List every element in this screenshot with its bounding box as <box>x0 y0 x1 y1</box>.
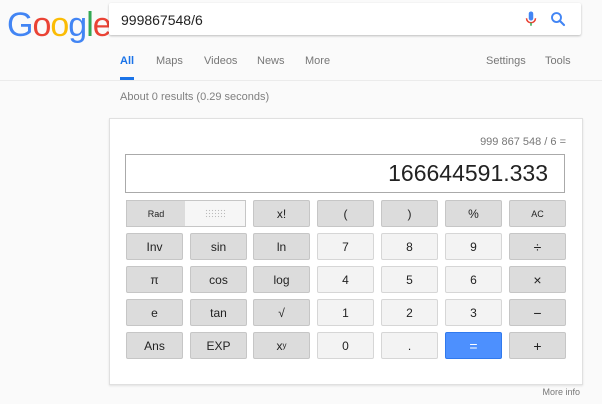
calculator-result: 166644591.333 <box>388 160 548 186</box>
plus-key[interactable]: + <box>509 332 566 359</box>
results-count: About 0 results (0.29 seconds) <box>120 91 270 103</box>
calculator-card: 999 867 548 / 6 = 166644591.333 Rad x! (… <box>109 118 583 385</box>
tan-key[interactable]: tan <box>190 299 247 326</box>
digit-8-key[interactable]: 8 <box>381 233 438 260</box>
tab-tools[interactable]: Tools <box>545 55 571 80</box>
cos-key[interactable]: cos <box>190 266 247 293</box>
search-tabs: All Maps Videos News More Settings Tools <box>0 55 602 80</box>
tab-videos[interactable]: Videos <box>204 55 237 80</box>
search-input[interactable] <box>119 8 503 32</box>
digit-0-key[interactable]: 0 <box>317 332 374 359</box>
equals-key[interactable]: = <box>445 332 502 359</box>
logo-letter: e <box>92 6 112 44</box>
digit-4-key[interactable]: 4 <box>317 266 374 293</box>
inverse-key[interactable]: Inv <box>126 233 183 260</box>
all-clear-key[interactable]: AC <box>509 200 566 227</box>
search-box <box>109 3 581 35</box>
logo-letter: g <box>68 6 87 44</box>
right-paren-key[interactable]: ) <box>381 200 438 227</box>
multiply-key[interactable]: × <box>509 266 566 293</box>
search-icon[interactable] <box>549 10 567 28</box>
digit-3-key[interactable]: 3 <box>445 299 502 326</box>
tab-news[interactable]: News <box>257 55 285 80</box>
digit-7-key[interactable]: 7 <box>317 233 374 260</box>
answer-key[interactable]: Ans <box>126 332 183 359</box>
tab-settings[interactable]: Settings <box>486 55 526 80</box>
percent-key[interactable]: % <box>445 200 502 227</box>
log-key[interactable]: log <box>253 266 310 293</box>
divide-key[interactable]: ÷ <box>509 233 566 260</box>
power-key[interactable]: xy <box>253 332 310 359</box>
logo-letter: G <box>7 6 33 44</box>
sin-key[interactable]: sin <box>190 233 247 260</box>
minus-key[interactable]: − <box>509 299 566 326</box>
more-info-link[interactable]: More info <box>542 387 580 397</box>
left-paren-key[interactable]: ( <box>317 200 374 227</box>
digit-9-key[interactable]: 9 <box>445 233 502 260</box>
deg-button[interactable] <box>185 201 245 226</box>
digit-2-key[interactable]: 2 <box>381 299 438 326</box>
tab-all[interactable]: All <box>120 55 135 80</box>
logo-letter: o <box>50 6 69 44</box>
microphone-icon[interactable] <box>522 10 540 28</box>
calculator-display: 166644591.333 <box>125 154 565 193</box>
digit-6-key[interactable]: 6 <box>445 266 502 293</box>
logo-letter: o <box>32 6 51 44</box>
tab-more[interactable]: More <box>305 55 330 80</box>
exp-key[interactable]: EXP <box>190 332 247 359</box>
decimal-key[interactable]: . <box>381 332 438 359</box>
tab-maps[interactable]: Maps <box>156 55 183 80</box>
deg-placeholder-icon <box>205 208 225 219</box>
digit-1-key[interactable]: 1 <box>317 299 374 326</box>
rad-deg-toggle[interactable]: Rad <box>126 200 246 227</box>
pi-key[interactable]: π <box>126 266 183 293</box>
power-key-exponent: y <box>282 341 287 350</box>
google-logo[interactable]: Google <box>7 5 112 45</box>
calculator-expression: 999 867 548 / 6 = <box>480 136 566 148</box>
factorial-key[interactable]: x! <box>253 200 310 227</box>
ln-key[interactable]: ln <box>253 233 310 260</box>
e-key[interactable]: e <box>126 299 183 326</box>
top-bar: Google All Maps Videos News More Setting… <box>0 0 602 81</box>
sqrt-key[interactable]: √ <box>253 299 310 326</box>
digit-5-key[interactable]: 5 <box>381 266 438 293</box>
rad-button[interactable]: Rad <box>127 201 185 226</box>
